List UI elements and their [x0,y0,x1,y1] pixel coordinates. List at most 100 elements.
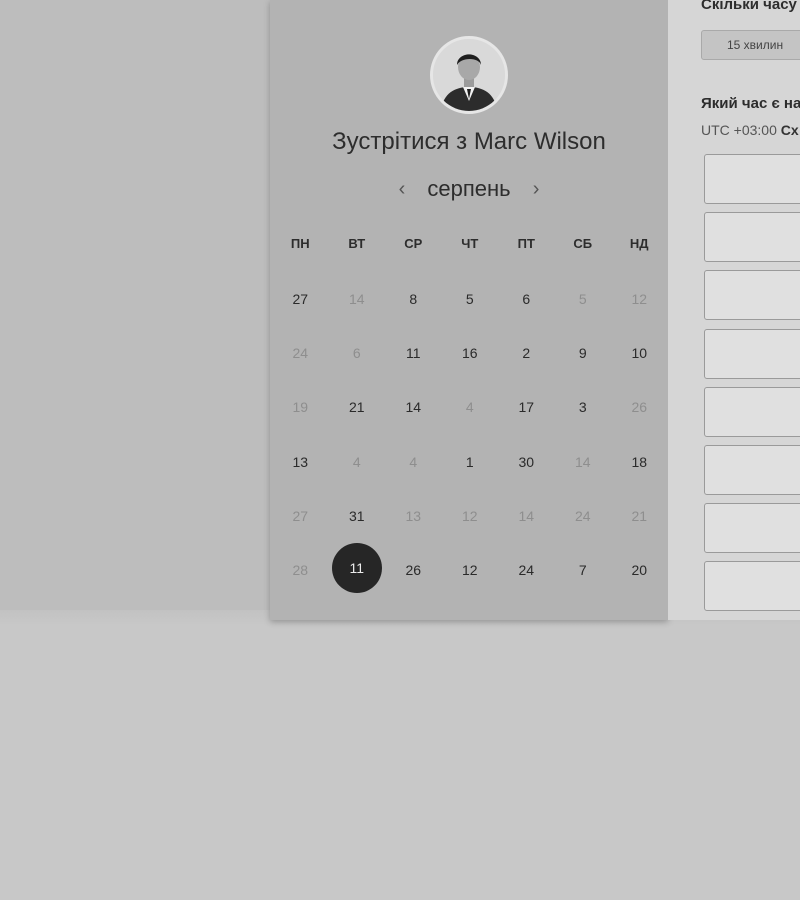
weekday-label: ВТ [348,236,366,251]
calendar-day: 26 [611,380,668,434]
time-slot-button[interactable] [704,445,800,495]
day-number: 14 [574,453,591,470]
day-number: 28 [292,562,309,579]
day-number: 8 [409,291,418,308]
calendar-day: 5 [555,272,612,326]
day-number: 12 [461,562,478,579]
day-number: 26 [405,562,422,579]
month-navigation: ‹ серпень › [270,176,668,206]
day-number: 18 [631,453,648,470]
calendar-day: 4 [329,435,386,489]
calendar-day[interactable]: 2 [498,326,555,380]
timezone-name: Сх [780,122,799,138]
calendar-day: 14 [329,272,386,326]
day-number: 4 [465,399,474,416]
day-number: 1 [465,453,474,470]
weekday-label: ПН [290,236,310,251]
day-number: 5 [578,291,587,308]
day-number: 4 [409,453,418,470]
calendar-day: 28 [272,543,329,597]
day-number: 21 [631,507,648,524]
time-slot-button[interactable] [704,212,800,262]
chevron-left-icon[interactable]: ‹ [391,178,413,201]
timezone-label[interactable]: UTC +03:00 Сх [701,122,799,138]
weekday-label: ЧТ [461,236,479,251]
day-number: 14 [348,291,365,308]
calendar-day[interactable]: 21 [329,380,386,434]
day-number: 9 [578,345,587,362]
day-number: 27 [292,507,309,524]
day-number: 12 [631,291,648,308]
duration-heading: Скільки часу [701,0,797,13]
calendar-day: 4 [442,380,499,434]
calendar-day[interactable]: 1 [442,435,499,489]
chevron-right-icon[interactable]: › [525,178,547,201]
calendar-day[interactable]: 6 [498,272,555,326]
calendar-day[interactable]: 20 [611,543,668,597]
left-backdrop [0,0,272,610]
day-number: 14 [518,507,535,524]
calendar-day[interactable]: 10 [611,326,668,380]
calendar-day[interactable]: 24 [498,543,555,597]
calendar-day[interactable]: 11 [385,326,442,380]
calendar-day: 21 [611,489,668,543]
weekday-label: СР [404,236,423,251]
day-number: 7 [578,562,587,579]
timezone-offset: UTC +03:00 [701,122,777,138]
day-number: 17 [518,399,535,416]
day-number: 11 [331,543,382,594]
calendar-day[interactable]: 13 [272,435,329,489]
calendar-day[interactable]: 30 [498,435,555,489]
day-number: 24 [518,562,535,579]
duration-option-button[interactable]: 15 хвилин [701,30,800,60]
calendar-day[interactable]: 8 [385,272,442,326]
time-slot-button[interactable] [704,329,800,379]
calendar-day: 12 [442,489,499,543]
day-number: 27 [292,291,309,308]
calendar-day[interactable]: 5 [442,272,499,326]
calendar-day[interactable]: 14 [385,380,442,434]
day-number: 4 [352,453,361,470]
calendar-day[interactable]: 17 [498,380,555,434]
month-label: серпень [427,176,511,201]
day-number: 6 [522,291,531,308]
calendar-day[interactable]: 9 [555,326,612,380]
day-number: 24 [574,507,591,524]
calendar-day[interactable]: 7 [555,543,612,597]
day-number: 14 [405,399,422,416]
time-slot-button[interactable] [704,503,800,553]
calendar-day: 19 [272,380,329,434]
person-portrait-icon [430,36,508,114]
calendar-day[interactable]: 26 [385,543,442,597]
calendar-day: 24 [272,326,329,380]
calendar-day[interactable]: 16 [442,326,499,380]
weekday-header: ПН ВТ СР ЧТ ПТ СБ НД [272,236,668,251]
calendar-day[interactable]: 27 [272,272,329,326]
calendar-day[interactable]: 31 [329,489,386,543]
meet-prefix: Зустрітися з [332,128,468,155]
day-number: 16 [461,345,478,362]
day-number: 19 [292,399,309,416]
day-number: 5 [465,291,474,308]
calendar-days-grid: 27 14 8 5 6 5 12 24 6 11 16 2 9 10 19 21 14 4 17 3 26 13 4 4 1 30… [272,272,668,597]
calendar-day[interactable]: 12 [442,543,499,597]
day-number: 12 [461,507,478,524]
time-slot-button[interactable] [704,154,800,204]
time-slot-button[interactable] [704,387,800,437]
scheduler-panel: Скільки часу 15 хвилин Який час є на UTC… [668,0,800,620]
day-number: 31 [348,507,365,524]
calendar-day[interactable]: 3 [555,380,612,434]
time-slot-button[interactable] [704,270,800,320]
calendar-day: 27 [272,489,329,543]
meeting-title: Зустрітися з Marc Wilson [270,128,668,156]
calendar-panel: Зустрітися з Marc Wilson ‹ серпень › ПН В… [270,0,668,620]
booking-page: Зустрітися з Marc Wilson ‹ серпень › ПН В… [0,0,800,900]
day-number: 11 [405,345,421,362]
day-number: 10 [631,345,648,362]
day-number: 20 [631,562,648,579]
calendar-day[interactable]: 18 [611,435,668,489]
day-number: 21 [348,399,365,416]
time-slot-button[interactable] [704,561,800,611]
selected-day[interactable]: 11 [329,543,386,597]
day-number: 6 [352,345,361,362]
